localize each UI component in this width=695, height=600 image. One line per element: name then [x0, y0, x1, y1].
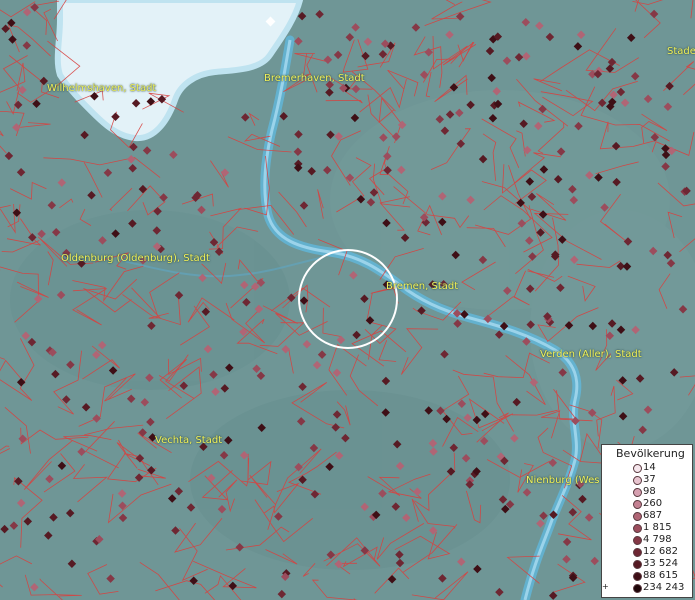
- legend-swatch: [633, 488, 642, 497]
- population-legend: Bevölkerung 14 37 98 260 687 1 815 4 798…: [601, 444, 693, 598]
- legend-value: 1 815: [643, 522, 672, 533]
- legend-item: 260: [602, 498, 694, 510]
- legend-value: 37: [643, 474, 656, 485]
- label-verden: Verden (Aller), Stadt: [540, 349, 642, 360]
- label-wilhelmshaven: Wilhelmshaven, Stadt: [47, 83, 157, 94]
- legend-item: 12 682: [602, 546, 694, 558]
- legend-value: 260: [643, 498, 663, 509]
- legend-swatch: [633, 500, 642, 509]
- legend-swatch: [633, 536, 642, 545]
- map-canvas[interactable]: Wilhelmshaven, Stadt Bremerhaven, Stadt …: [0, 0, 695, 600]
- label-bremen: Bremen, Stadt: [386, 281, 459, 292]
- legend-swatch: [633, 524, 642, 533]
- legend-value: 12 682: [643, 546, 678, 557]
- legend-value: 14: [643, 462, 656, 473]
- legend-swatch: [633, 548, 642, 557]
- legend-value: 234 243: [643, 582, 685, 593]
- legend-title: Bevölkerung: [616, 447, 685, 460]
- label-oldenburg: Oldenburg (Oldenburg), Stadt: [61, 253, 210, 264]
- label-vechta: Vechta, Stadt: [155, 435, 223, 446]
- label-stade: Stade: [667, 46, 695, 57]
- legend-value: 88 615: [643, 570, 678, 581]
- legend-item: 88 615: [602, 570, 694, 582]
- legend-item: 234 243 +: [602, 582, 694, 594]
- legend-item: 687: [602, 510, 694, 522]
- legend-swatch: [633, 560, 642, 569]
- legend-item: 33 524: [602, 558, 694, 570]
- legend-swatch: [633, 512, 642, 521]
- legend-plus: +: [602, 582, 609, 591]
- legend-item: 37: [602, 474, 694, 486]
- legend-value: 33 524: [643, 558, 678, 569]
- legend-value: 4 798: [643, 534, 672, 545]
- legend-item: 14: [602, 462, 694, 474]
- label-nienburg: Nienburg (Wes: [526, 475, 600, 486]
- legend-item: 4 798: [602, 534, 694, 546]
- legend-swatch: [633, 584, 642, 593]
- legend-item: 98: [602, 486, 694, 498]
- legend-value: 687: [643, 510, 663, 521]
- legend-item: 1 815: [602, 522, 694, 534]
- legend-swatch: [633, 464, 642, 473]
- legend-swatch: [633, 572, 642, 581]
- legend-value: 98: [643, 486, 656, 497]
- legend-swatch: [633, 476, 642, 485]
- label-bremerhaven: Bremerhaven, Stadt: [264, 73, 365, 84]
